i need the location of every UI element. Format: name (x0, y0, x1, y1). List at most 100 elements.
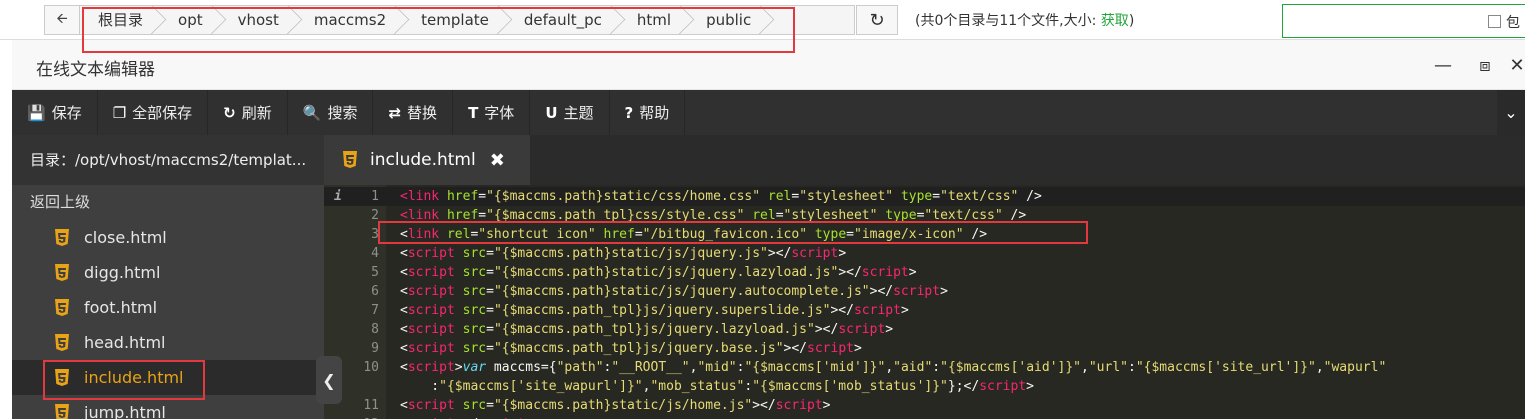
code-token: script (893, 284, 941, 299)
code-token: var (462, 360, 487, 375)
code-token: maccms= (486, 360, 549, 375)
code-token: script (979, 379, 1027, 394)
code-token: ></ (830, 303, 854, 318)
minimize-icon[interactable]: — (1432, 54, 1454, 76)
include-checkbox[interactable] (1488, 15, 1501, 28)
refresh-button[interactable]: ↻ 刷新 (208, 90, 288, 135)
toolbar-label: 帮助 (639, 104, 670, 122)
code-token: script (407, 360, 455, 375)
code-token: "{$maccms.path}static/js/jquery.autocomp… (493, 284, 870, 299)
line-number: 1 (371, 189, 379, 204)
file-item[interactable]: digg.html (12, 255, 324, 290)
search-button[interactable]: 🔍 搜索 (288, 90, 374, 135)
line-source: <script src="{$maccms.path_tpl}js/jquery… (400, 339, 862, 358)
code-token: = (846, 227, 854, 242)
back-button[interactable]: 🡨 (44, 5, 80, 35)
code-token: < (400, 265, 408, 280)
code-token: = (486, 246, 494, 261)
line-source: <script></script> (400, 415, 533, 419)
line-source: <script src="{$maccms.path_tpl}js/jquery… (400, 301, 909, 320)
code-token: > (838, 246, 847, 261)
file-item[interactable]: include.html (12, 360, 324, 395)
breadcrumb-item[interactable]: vhost (222, 6, 295, 34)
code-token: = (486, 303, 494, 318)
breadcrumb-item[interactable]: 根目录 (80, 6, 159, 34)
code-token: > (908, 265, 917, 280)
path-bar: 🡨 根目录 opt vhost maccms2 template default_pc ht… (0, 0, 1525, 40)
html5-icon (55, 404, 69, 419)
code-token: rel (767, 189, 792, 204)
maximize-icon[interactable]: ⧈ (1474, 54, 1496, 76)
chevron-left-icon: ❮ (322, 370, 336, 390)
code-token: "{$maccms.path_tpl}js/jquery.lazyload.js… (493, 322, 815, 337)
code-token: script (775, 398, 823, 413)
theme-button[interactable]: U 主题 (530, 90, 610, 135)
code-token: = (791, 189, 800, 204)
code-token: "{$maccms.path_tpl}js/jquery.base.js" (493, 341, 784, 356)
close-tab-icon[interactable]: ✖ (490, 150, 505, 171)
line-number: 2 (371, 208, 379, 223)
code-token: href (446, 189, 479, 204)
line-number: 3 (371, 227, 379, 242)
code-token: type (900, 189, 933, 204)
breadcrumb-item[interactable]: opt (162, 6, 219, 34)
editor-toolbar: 💾 保存 ❐ 全部保存 ↻ 刷新 🔍 搜索 ⇄ 替换 T 字体 U 主题? 帮助 ⌄ (12, 90, 1525, 135)
collapse-sidebar-button[interactable]: ❮ (316, 356, 342, 404)
go-up-button[interactable]: 返回上级 (12, 185, 324, 220)
code-token: /> (963, 227, 988, 242)
code-line: :"{$maccms['site_wapurl']}","mob_status"… (324, 377, 1525, 396)
code-token: = (486, 398, 494, 413)
code-token: script (861, 265, 909, 280)
chevron-down-icon[interactable]: ⌄ (1497, 90, 1525, 135)
line-number: 8 (371, 322, 379, 337)
code-token: "text/css" (924, 208, 1003, 223)
toolbar-label: 全部保存 (132, 104, 193, 122)
fetch-size-link[interactable]: 获取 (1101, 13, 1129, 29)
font-button[interactable]: T 字体 (453, 90, 531, 135)
breadcrumb-item[interactable]: public (690, 6, 767, 34)
refresh-icon: ↻ (869, 9, 885, 31)
file-name: jump.html (84, 403, 166, 419)
code-token: script (407, 322, 455, 337)
code-editor[interactable]: i 1 <link href="{$maccms.path}static/css/h… (324, 185, 1525, 419)
toolbar-label: 替换 (407, 104, 438, 122)
refresh-path-button[interactable]: ↻ (856, 5, 898, 35)
code-token: /> (1002, 208, 1027, 223)
breadcrumb-item[interactable]: html (621, 6, 687, 34)
code-token: "mob_status" (650, 379, 745, 394)
code-token: src (462, 322, 487, 337)
line-number: 12 (324, 415, 379, 419)
replace-button[interactable]: ⇄ 替换 (373, 90, 454, 135)
file-item[interactable]: jump.html (12, 395, 324, 419)
font-icon: T (468, 103, 479, 122)
code-line: 7 <script src="{$maccms.path_tpl}js/jquer… (324, 301, 1525, 320)
line-source: <link href="{$maccms.path}static/css/hom… (400, 187, 1042, 206)
close-icon[interactable]: ✕ (1506, 54, 1525, 76)
save-all-button[interactable]: ❐ 全部保存 (98, 90, 209, 135)
tab-include-html[interactable]: include.html ✖ (324, 135, 530, 185)
code-token: = (775, 208, 784, 223)
code-token: src (462, 303, 487, 318)
help-button[interactable]: ? 帮助 (610, 90, 686, 135)
save-button[interactable]: 💾 保存 (12, 90, 98, 135)
code-token: ></ (869, 284, 894, 299)
breadcrumb-item[interactable]: maccms2 (298, 6, 402, 34)
file-item[interactable]: foot.html (12, 290, 324, 325)
code-token: "/bitbug_favicon.ico" (642, 227, 808, 242)
code-token: < (400, 341, 408, 356)
code-token: < (400, 227, 408, 242)
breadcrumb-item[interactable]: default_pc (508, 6, 618, 34)
file-item[interactable]: close.html (12, 220, 324, 255)
help-icon: ? (624, 103, 634, 122)
replace-icon: ⇄ (388, 103, 402, 122)
code-token: = (486, 322, 494, 337)
code-token: script (407, 398, 455, 413)
breadcrumb-item[interactable]: template (405, 6, 505, 34)
code-token: script (838, 322, 886, 337)
file-item[interactable]: head.html (12, 325, 324, 360)
html5-icon (55, 334, 69, 351)
code-token: /> (1018, 189, 1042, 204)
